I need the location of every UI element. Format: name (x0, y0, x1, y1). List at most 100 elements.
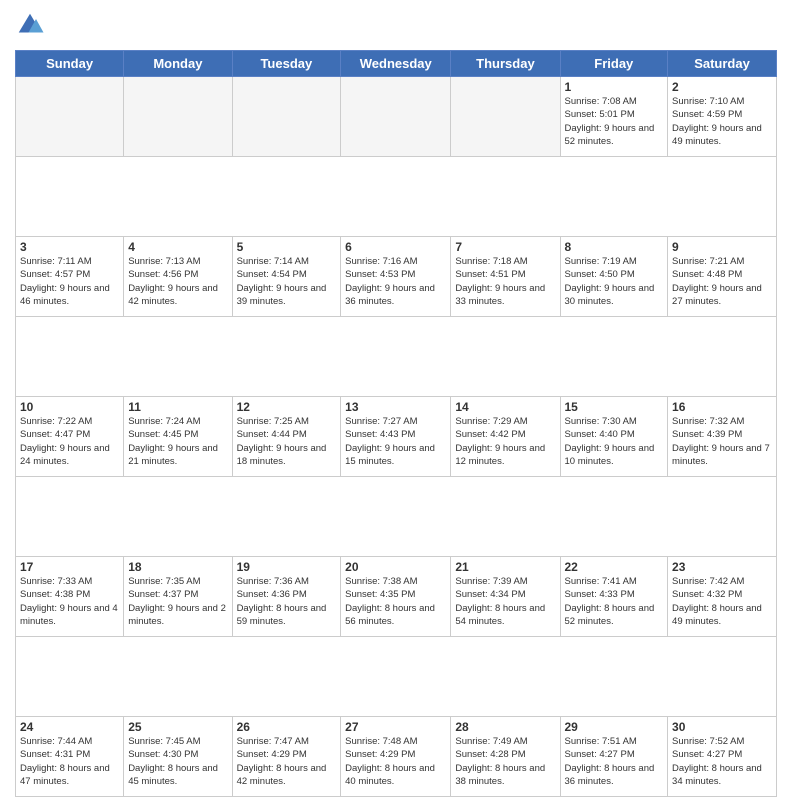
calendar-week-3: 10Sunrise: 7:22 AM Sunset: 4:47 PM Dayli… (16, 397, 777, 477)
day-info: Sunrise: 7:24 AM Sunset: 4:45 PM Dayligh… (128, 415, 227, 468)
day-info: Sunrise: 7:18 AM Sunset: 4:51 PM Dayligh… (455, 255, 555, 308)
calendar-day: 30Sunrise: 7:52 AM Sunset: 4:27 PM Dayli… (668, 717, 777, 797)
day-number: 2 (672, 80, 772, 94)
day-number: 16 (672, 400, 772, 414)
week-separator (16, 477, 777, 557)
day-number: 24 (20, 720, 119, 734)
calendar-day: 29Sunrise: 7:51 AM Sunset: 4:27 PM Dayli… (560, 717, 668, 797)
page-container: SundayMondayTuesdayWednesdayThursdayFrid… (0, 0, 792, 807)
calendar-day: 6Sunrise: 7:16 AM Sunset: 4:53 PM Daylig… (341, 237, 451, 317)
day-info: Sunrise: 7:25 AM Sunset: 4:44 PM Dayligh… (237, 415, 337, 468)
day-number: 12 (237, 400, 337, 414)
calendar-day: 15Sunrise: 7:30 AM Sunset: 4:40 PM Dayli… (560, 397, 668, 477)
calendar-day: 14Sunrise: 7:29 AM Sunset: 4:42 PM Dayli… (451, 397, 560, 477)
calendar-day: 19Sunrise: 7:36 AM Sunset: 4:36 PM Dayli… (232, 557, 341, 637)
day-info: Sunrise: 7:19 AM Sunset: 4:50 PM Dayligh… (565, 255, 664, 308)
col-header-sunday: Sunday (16, 51, 124, 77)
calendar-table: SundayMondayTuesdayWednesdayThursdayFrid… (15, 50, 777, 797)
day-number: 13 (345, 400, 446, 414)
calendar-day: 12Sunrise: 7:25 AM Sunset: 4:44 PM Dayli… (232, 397, 341, 477)
calendar-day (16, 77, 124, 157)
day-info: Sunrise: 7:42 AM Sunset: 4:32 PM Dayligh… (672, 575, 772, 628)
day-info: Sunrise: 7:35 AM Sunset: 4:37 PM Dayligh… (128, 575, 227, 628)
day-info: Sunrise: 7:45 AM Sunset: 4:30 PM Dayligh… (128, 735, 227, 788)
day-number: 19 (237, 560, 337, 574)
calendar-day: 24Sunrise: 7:44 AM Sunset: 4:31 PM Dayli… (16, 717, 124, 797)
day-info: Sunrise: 7:16 AM Sunset: 4:53 PM Dayligh… (345, 255, 446, 308)
day-info: Sunrise: 7:22 AM Sunset: 4:47 PM Dayligh… (20, 415, 119, 468)
calendar-day (232, 77, 341, 157)
day-info: Sunrise: 7:41 AM Sunset: 4:33 PM Dayligh… (565, 575, 664, 628)
day-number: 18 (128, 560, 227, 574)
calendar-day: 18Sunrise: 7:35 AM Sunset: 4:37 PM Dayli… (124, 557, 232, 637)
day-info: Sunrise: 7:38 AM Sunset: 4:35 PM Dayligh… (345, 575, 446, 628)
day-number: 11 (128, 400, 227, 414)
day-info: Sunrise: 7:47 AM Sunset: 4:29 PM Dayligh… (237, 735, 337, 788)
calendar-day: 11Sunrise: 7:24 AM Sunset: 4:45 PM Dayli… (124, 397, 232, 477)
day-info: Sunrise: 7:13 AM Sunset: 4:56 PM Dayligh… (128, 255, 227, 308)
day-number: 27 (345, 720, 446, 734)
day-info: Sunrise: 7:36 AM Sunset: 4:36 PM Dayligh… (237, 575, 337, 628)
calendar-day: 25Sunrise: 7:45 AM Sunset: 4:30 PM Dayli… (124, 717, 232, 797)
week-separator (16, 317, 777, 397)
calendar-day (451, 77, 560, 157)
day-info: Sunrise: 7:29 AM Sunset: 4:42 PM Dayligh… (455, 415, 555, 468)
calendar-week-1: 1Sunrise: 7:08 AM Sunset: 5:01 PM Daylig… (16, 77, 777, 157)
day-number: 15 (565, 400, 664, 414)
day-info: Sunrise: 7:27 AM Sunset: 4:43 PM Dayligh… (345, 415, 446, 468)
calendar-week-4: 17Sunrise: 7:33 AM Sunset: 4:38 PM Dayli… (16, 557, 777, 637)
day-number: 22 (565, 560, 664, 574)
calendar-day: 21Sunrise: 7:39 AM Sunset: 4:34 PM Dayli… (451, 557, 560, 637)
day-info: Sunrise: 7:33 AM Sunset: 4:38 PM Dayligh… (20, 575, 119, 628)
day-number: 20 (345, 560, 446, 574)
day-number: 25 (128, 720, 227, 734)
day-number: 23 (672, 560, 772, 574)
day-info: Sunrise: 7:08 AM Sunset: 5:01 PM Dayligh… (565, 95, 664, 148)
calendar-day: 22Sunrise: 7:41 AM Sunset: 4:33 PM Dayli… (560, 557, 668, 637)
calendar-day: 3Sunrise: 7:11 AM Sunset: 4:57 PM Daylig… (16, 237, 124, 317)
calendar-day: 28Sunrise: 7:49 AM Sunset: 4:28 PM Dayli… (451, 717, 560, 797)
day-number: 14 (455, 400, 555, 414)
calendar-day (124, 77, 232, 157)
calendar-day: 26Sunrise: 7:47 AM Sunset: 4:29 PM Dayli… (232, 717, 341, 797)
calendar-day: 4Sunrise: 7:13 AM Sunset: 4:56 PM Daylig… (124, 237, 232, 317)
calendar-day: 10Sunrise: 7:22 AM Sunset: 4:47 PM Dayli… (16, 397, 124, 477)
calendar-day: 7Sunrise: 7:18 AM Sunset: 4:51 PM Daylig… (451, 237, 560, 317)
day-number: 5 (237, 240, 337, 254)
calendar-week-2: 3Sunrise: 7:11 AM Sunset: 4:57 PM Daylig… (16, 237, 777, 317)
calendar-day: 27Sunrise: 7:48 AM Sunset: 4:29 PM Dayli… (341, 717, 451, 797)
page-header (15, 10, 777, 40)
calendar-week-5: 24Sunrise: 7:44 AM Sunset: 4:31 PM Dayli… (16, 717, 777, 797)
calendar-day: 23Sunrise: 7:42 AM Sunset: 4:32 PM Dayli… (668, 557, 777, 637)
day-info: Sunrise: 7:21 AM Sunset: 4:48 PM Dayligh… (672, 255, 772, 308)
day-info: Sunrise: 7:14 AM Sunset: 4:54 PM Dayligh… (237, 255, 337, 308)
col-header-wednesday: Wednesday (341, 51, 451, 77)
calendar-day: 9Sunrise: 7:21 AM Sunset: 4:48 PM Daylig… (668, 237, 777, 317)
col-header-thursday: Thursday (451, 51, 560, 77)
calendar-day: 1Sunrise: 7:08 AM Sunset: 5:01 PM Daylig… (560, 77, 668, 157)
calendar-header-row: SundayMondayTuesdayWednesdayThursdayFrid… (16, 51, 777, 77)
day-number: 7 (455, 240, 555, 254)
day-number: 26 (237, 720, 337, 734)
day-info: Sunrise: 7:11 AM Sunset: 4:57 PM Dayligh… (20, 255, 119, 308)
day-info: Sunrise: 7:32 AM Sunset: 4:39 PM Dayligh… (672, 415, 772, 468)
calendar-day: 13Sunrise: 7:27 AM Sunset: 4:43 PM Dayli… (341, 397, 451, 477)
day-number: 4 (128, 240, 227, 254)
calendar-day: 16Sunrise: 7:32 AM Sunset: 4:39 PM Dayli… (668, 397, 777, 477)
day-number: 30 (672, 720, 772, 734)
day-number: 6 (345, 240, 446, 254)
day-number: 29 (565, 720, 664, 734)
day-info: Sunrise: 7:30 AM Sunset: 4:40 PM Dayligh… (565, 415, 664, 468)
day-number: 9 (672, 240, 772, 254)
col-header-tuesday: Tuesday (232, 51, 341, 77)
week-separator (16, 157, 777, 237)
logo (15, 10, 49, 40)
logo-icon (15, 10, 45, 40)
day-number: 17 (20, 560, 119, 574)
calendar-day: 8Sunrise: 7:19 AM Sunset: 4:50 PM Daylig… (560, 237, 668, 317)
day-info: Sunrise: 7:51 AM Sunset: 4:27 PM Dayligh… (565, 735, 664, 788)
calendar-day: 17Sunrise: 7:33 AM Sunset: 4:38 PM Dayli… (16, 557, 124, 637)
day-info: Sunrise: 7:52 AM Sunset: 4:27 PM Dayligh… (672, 735, 772, 788)
day-info: Sunrise: 7:48 AM Sunset: 4:29 PM Dayligh… (345, 735, 446, 788)
calendar-day: 5Sunrise: 7:14 AM Sunset: 4:54 PM Daylig… (232, 237, 341, 317)
